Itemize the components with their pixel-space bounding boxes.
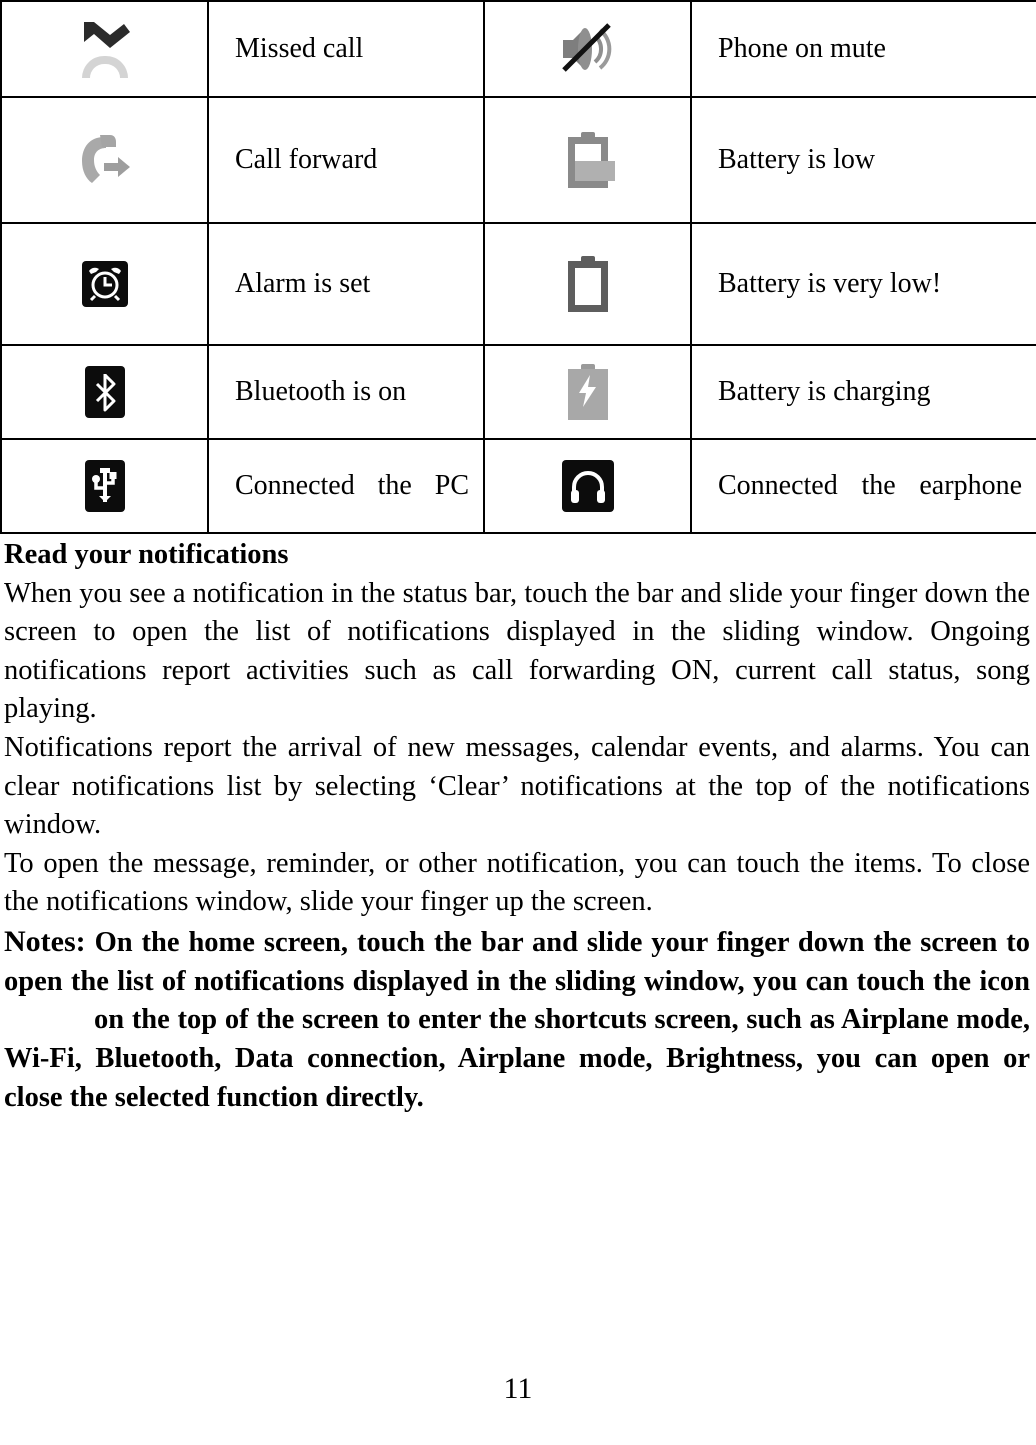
battery-low-label: Battery is low <box>690 96 1036 224</box>
bluetooth-icon <box>84 366 125 418</box>
usb-icon-cell <box>0 438 209 534</box>
alarm-clock-icon-cell <box>0 222 209 346</box>
battery-very-low-icon <box>567 256 608 312</box>
table-row: Missed call Phone on mute <box>0 0 1036 98</box>
bluetooth-icon-cell <box>0 344 209 440</box>
missed-call-label: Missed call <box>207 0 485 98</box>
call-forward-icon <box>74 129 136 191</box>
alarm-clock-icon <box>81 261 128 307</box>
battery-charging-label: Battery is charging <box>690 344 1036 440</box>
lightning-bolt-icon <box>577 375 599 412</box>
handset-shape <box>81 56 128 78</box>
connected-pc-label: Connected the PC <box>207 438 485 534</box>
call-forward-label: Call forward <box>207 96 485 224</box>
table-row: Bluetooth is on Battery is charging <box>0 344 1036 440</box>
table-row: Connected the PC Connected the earphone <box>0 438 1036 534</box>
table-row: Alarm is set Battery is very low! <box>0 222 1036 346</box>
paragraph-intro: When you see a notification in the statu… <box>4 577 1030 725</box>
phone-mute-icon-cell <box>483 0 692 98</box>
page-number: 11 <box>503 1372 533 1405</box>
bluetooth-on-label: Bluetooth is on <box>207 344 485 440</box>
connected-earphone-label: Connected the earphone <box>690 438 1036 534</box>
battery-body <box>567 261 608 312</box>
battery-body <box>567 137 615 188</box>
table-row: Call forward Battery is low <box>0 96 1036 224</box>
battery-low-icon <box>567 132 615 188</box>
call-forward-icon-cell <box>0 96 209 224</box>
paragraph-open-close: To open the message, reminder, or other … <box>4 847 1030 918</box>
usb-icon <box>84 460 125 512</box>
section-heading: Read your notifications <box>4 539 289 570</box>
battery-fill <box>574 161 615 181</box>
notes-label: Notes: <box>4 925 86 959</box>
notes-text-before-icon: On the home screen, touch the bar and sl… <box>4 927 1030 997</box>
phone-mute-label: Phone on mute <box>690 0 1036 98</box>
notes-text-after-icon: on the top of the screen to enter the sh… <box>4 1004 1030 1113</box>
paragraph-clear-notifications: Notifications report the arrival of new … <box>4 732 1030 841</box>
battery-low-icon-cell <box>483 96 692 224</box>
alarm-set-label: Alarm is set <box>207 222 485 346</box>
notes-paragraph: Notes: On the home screen, touch the bar… <box>4 922 1030 1117</box>
missed-call-icon-cell <box>0 0 209 98</box>
status-icon-table: Missed call Phone on mute Call forward B… <box>0 0 1036 534</box>
phone-mute-icon <box>557 20 619 78</box>
earphone-icon-cell <box>483 438 692 534</box>
earphone-icon <box>561 460 614 512</box>
notifications-section: Read your notifications When you see a n… <box>0 536 1036 1117</box>
battery-very-low-icon-cell <box>483 222 692 346</box>
battery-charging-icon <box>567 364 608 420</box>
battery-very-low-label: Battery is very low! <box>690 222 1036 346</box>
battery-charging-icon-cell <box>483 344 692 440</box>
missed-call-icon <box>74 18 136 80</box>
